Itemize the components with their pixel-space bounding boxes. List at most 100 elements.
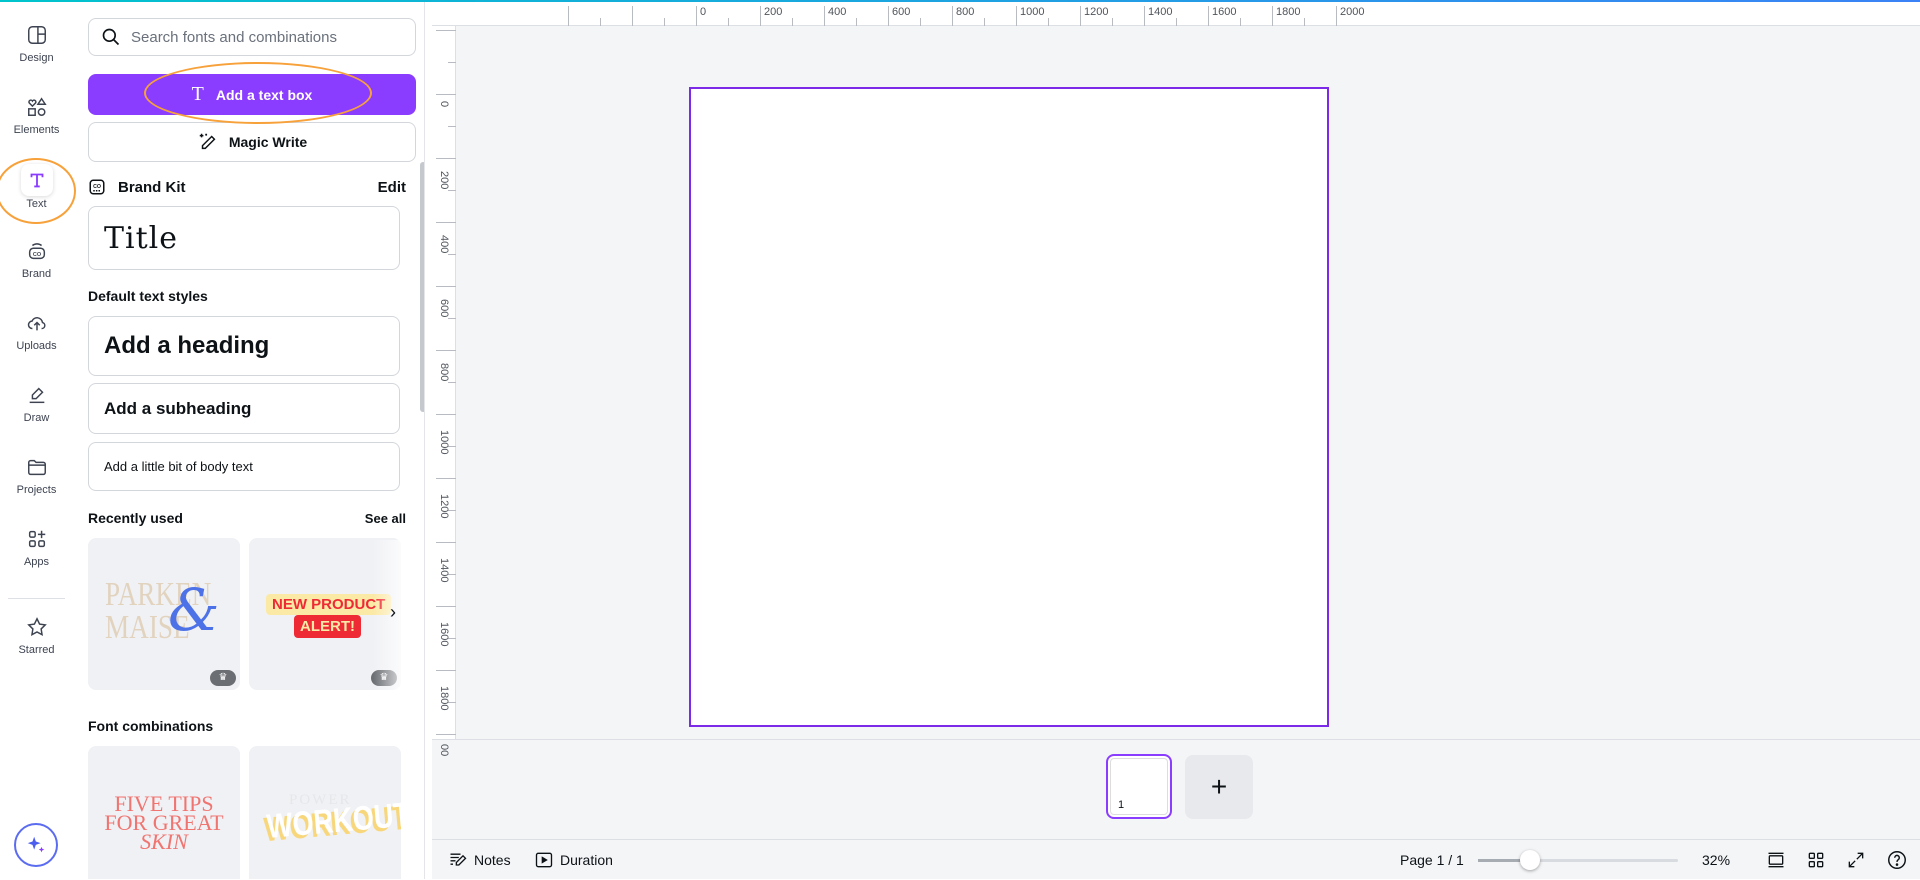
rail-item-apps[interactable]: Apps bbox=[0, 528, 73, 568]
ruler-label: 1600 bbox=[1212, 6, 1237, 18]
ruler-tick bbox=[984, 18, 985, 26]
ruler-label: 200 bbox=[438, 171, 450, 190]
brand-title-style[interactable]: Title bbox=[88, 206, 400, 270]
default-styles-header: Default text styles bbox=[88, 288, 208, 304]
help-icon bbox=[1888, 851, 1906, 869]
svg-text:CO: CO bbox=[32, 252, 41, 258]
add-page-button[interactable]: + bbox=[1185, 755, 1253, 819]
page-indicator[interactable]: Page 1 / 1 bbox=[1400, 840, 1464, 880]
grid-view-button[interactable] bbox=[1806, 840, 1826, 880]
ruler-tick bbox=[600, 18, 601, 26]
ruler-tick bbox=[436, 734, 456, 735]
ruler-label: 1000 bbox=[438, 430, 450, 455]
ruler-tick bbox=[436, 30, 456, 31]
rail-item-uploads[interactable]: Uploads bbox=[0, 312, 73, 352]
ruler-tick bbox=[728, 18, 729, 26]
ruler-tick bbox=[792, 18, 793, 26]
page-thumbnail-1[interactable]: 1 bbox=[1106, 754, 1172, 819]
ruler-tick bbox=[760, 6, 761, 26]
ruler-tick bbox=[436, 670, 456, 671]
folder-icon bbox=[27, 459, 46, 476]
magic-write-button[interactable]: Magic Write bbox=[88, 122, 416, 162]
ruler-label: 1800 bbox=[1276, 6, 1301, 18]
ruler-label: 0 bbox=[438, 101, 450, 108]
shapes-icon bbox=[27, 97, 47, 116]
add-heading-button[interactable]: Add a heading bbox=[88, 316, 400, 376]
ruler-tick bbox=[1112, 18, 1113, 26]
zoom-slider[interactable] bbox=[1478, 859, 1678, 862]
duration-button[interactable]: Duration bbox=[534, 840, 613, 880]
design-page[interactable] bbox=[689, 87, 1329, 727]
text-icon bbox=[30, 173, 43, 188]
ruler-label: 1000 bbox=[1020, 6, 1045, 18]
page-view-button[interactable] bbox=[1766, 840, 1786, 880]
rail-item-text[interactable]: Text bbox=[0, 164, 73, 210]
ruler-tick bbox=[448, 126, 456, 127]
rail-item-brand[interactable]: CO Brand bbox=[0, 240, 73, 280]
panel-scrollbar[interactable] bbox=[420, 162, 424, 412]
ruler-label: 1800 bbox=[438, 686, 450, 711]
rail-item-elements[interactable]: Elements bbox=[0, 96, 73, 136]
search-input[interactable]: Search fonts and combinations bbox=[88, 18, 416, 56]
add-body-text-button[interactable]: Add a little bit of body text bbox=[88, 442, 400, 491]
ruler-tick bbox=[436, 286, 456, 287]
ruler-label: 200 bbox=[764, 6, 783, 18]
grid-icon bbox=[1808, 852, 1824, 868]
combo-power-workout[interactable]: POWER WORKOUT bbox=[249, 746, 401, 879]
magic-pen-icon bbox=[199, 133, 216, 150]
help-button[interactable] bbox=[1886, 840, 1908, 880]
recent-item-parken-maise[interactable]: PARKEN MAISE & ♛ bbox=[88, 538, 240, 690]
ruler-tick bbox=[664, 18, 665, 26]
pen-icon bbox=[29, 387, 44, 404]
ruler-tick bbox=[1080, 6, 1081, 26]
rail-item-projects[interactable]: Projects bbox=[0, 456, 73, 496]
svg-text:CO: CO bbox=[93, 184, 101, 190]
text-icon: T bbox=[191, 83, 204, 105]
add-subheading-button[interactable]: Add a subheading bbox=[88, 383, 400, 434]
ruler-tick bbox=[632, 6, 633, 26]
zoom-slider-handle[interactable] bbox=[1520, 850, 1540, 870]
bottom-bar: Notes Duration Page 1 / 1 32% bbox=[432, 839, 1920, 879]
ruler-tick bbox=[952, 6, 953, 26]
carousel-fade bbox=[373, 540, 424, 690]
chevron-right-icon[interactable]: › bbox=[390, 602, 396, 623]
magic-assistant-button[interactable] bbox=[14, 823, 58, 867]
brand-kit-header: CO Brand Kit Edit bbox=[88, 178, 406, 196]
ruler-tick bbox=[1016, 6, 1017, 26]
brand-icon: CO bbox=[28, 243, 45, 260]
ruler-tick bbox=[1240, 18, 1241, 26]
ruler-label: 2000 bbox=[1340, 6, 1365, 18]
rail-item-starred[interactable]: Starred bbox=[0, 616, 73, 656]
vertical-ruler: 0 200 400 600 800 1000 1200 1400 1600 1800 00 bbox=[432, 26, 456, 756]
rail-item-draw[interactable]: Draw bbox=[0, 384, 73, 424]
font-combinations-header: Font combinations bbox=[88, 718, 214, 734]
fullscreen-button[interactable] bbox=[1846, 840, 1866, 880]
ruler-tick bbox=[436, 414, 456, 415]
ruler-label: 1400 bbox=[438, 558, 450, 583]
add-text-box-button[interactable]: T Add a text box bbox=[88, 74, 416, 115]
ruler-tick bbox=[1336, 6, 1337, 26]
ruler-tick bbox=[436, 542, 456, 543]
cloud-upload-icon bbox=[27, 317, 46, 331]
ruler-label: 00 bbox=[438, 744, 450, 757]
rail-item-design[interactable]: Design bbox=[0, 24, 73, 64]
see-all-link[interactable]: See all bbox=[365, 511, 406, 526]
notes-button[interactable]: Notes bbox=[448, 840, 511, 880]
zoom-percent[interactable]: 32% bbox=[1702, 840, 1730, 880]
ruler-label: 800 bbox=[956, 6, 975, 18]
ruler-label: 1200 bbox=[438, 494, 450, 519]
combo-five-tips[interactable]: FIVE TIPS FOR GREAT SKIN bbox=[88, 746, 240, 879]
ruler-tick bbox=[1176, 18, 1177, 26]
ruler-label: 0 bbox=[700, 6, 707, 18]
ruler-tick bbox=[436, 350, 456, 351]
ruler-tick bbox=[1304, 18, 1305, 26]
recently-used-header: Recently used See all bbox=[88, 510, 406, 526]
ruler-tick bbox=[1208, 6, 1209, 26]
ruler-tick bbox=[1144, 6, 1145, 26]
star-icon bbox=[26, 617, 47, 636]
ruler-tick bbox=[856, 18, 857, 26]
edit-brand-kit-link[interactable]: Edit bbox=[378, 179, 406, 196]
ruler-tick bbox=[888, 6, 889, 26]
ruler-tick bbox=[696, 6, 697, 26]
ruler-tick bbox=[448, 254, 456, 255]
